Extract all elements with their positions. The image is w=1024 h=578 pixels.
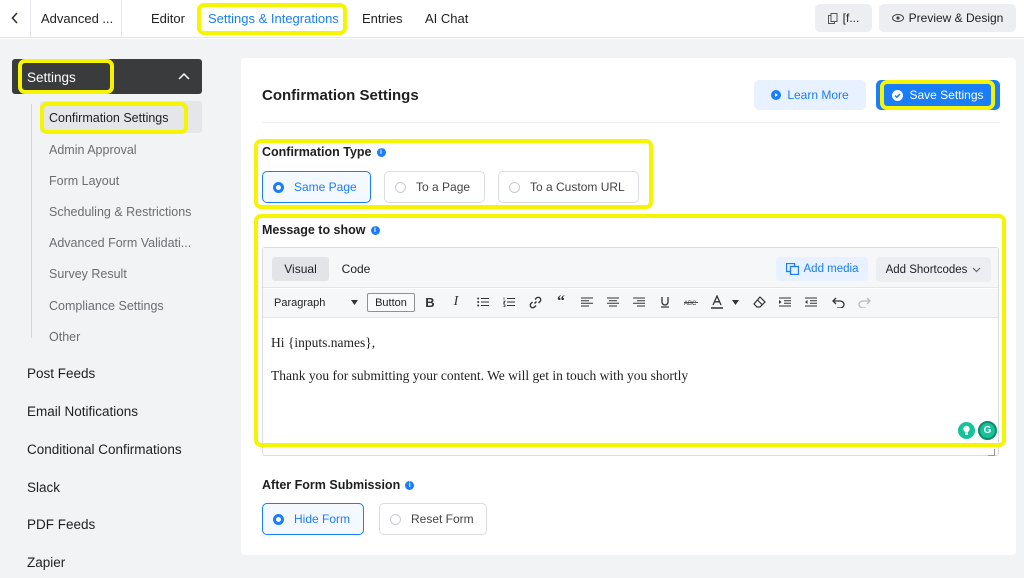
sidebar-item-survey-result[interactable]: Survey Result (49, 267, 127, 281)
sidebar-item-conditional-confirmations[interactable]: Conditional Confirmations (27, 442, 182, 457)
page-title: Confirmation Settings (262, 87, 419, 104)
after-submission-text: After Form Submission (262, 478, 401, 492)
after-submission-label: After Form Submission i (262, 478, 415, 492)
shortcode-label: [f... (842, 11, 860, 25)
learn-more-label: Learn More (787, 88, 849, 102)
highlight-settings-tab (197, 3, 347, 35)
learn-more-button[interactable]: Learn More (754, 80, 866, 110)
highlight-save-settings (880, 80, 995, 110)
preview-design-button[interactable]: Preview & Design (879, 4, 1016, 32)
play-circle-icon (771, 90, 782, 100)
radio-reset-form[interactable]: Reset Form (379, 503, 487, 535)
eye-icon (891, 14, 904, 22)
radio-hide-form-label: Hide Form (294, 512, 351, 526)
sidebar-item-scheduling-restrictions[interactable]: Scheduling & Restrictions (49, 205, 191, 219)
topbar-divider (121, 0, 122, 38)
resize-handle-icon[interactable] (988, 449, 995, 456)
tab-editor[interactable]: Editor (151, 11, 185, 26)
highlight-confirmation-type (254, 139, 653, 209)
form-title: Advanced ... (41, 11, 114, 26)
card-divider (262, 122, 1000, 123)
topbar-divider (30, 0, 31, 38)
sidebar-item-form-layout[interactable]: Form Layout (49, 174, 119, 188)
sidebar-item-admin-approval[interactable]: Admin Approval (49, 143, 137, 157)
tab-entries[interactable]: Entries (362, 11, 402, 26)
radio-hide-form[interactable]: Hide Form (262, 503, 364, 535)
sidebar-item-zapier[interactable]: Zapier (27, 555, 65, 570)
top-bar: Advanced ... Editor Settings & Integrati… (0, 0, 1024, 38)
sidebar-item-post-feeds[interactable]: Post Feeds (27, 366, 95, 381)
copy-icon (827, 12, 838, 24)
sidebar-item-compliance-settings[interactable]: Compliance Settings (49, 299, 164, 313)
sidebar-item-advanced-validation[interactable]: Advanced Form Validati... (49, 236, 191, 250)
radio-reset-form-label: Reset Form (411, 512, 474, 526)
back-chevron-icon[interactable] (6, 8, 24, 28)
sidebar-tree-line (31, 104, 32, 338)
highlight-settings-header (18, 59, 114, 94)
tab-ai-chat[interactable]: AI Chat (425, 11, 468, 26)
chevron-up-icon (178, 67, 190, 83)
highlight-confirmation-settings (40, 102, 188, 134)
preview-design-label: Preview & Design (908, 11, 1004, 25)
sidebar-item-slack[interactable]: Slack (27, 480, 60, 495)
radio-selected-icon (273, 513, 284, 525)
info-icon[interactable]: i (405, 480, 415, 490)
sidebar-item-other[interactable]: Other (49, 330, 80, 344)
radio-empty-icon (390, 513, 401, 525)
sidebar-item-email-notifications[interactable]: Email Notifications (27, 404, 138, 419)
sidebar-item-pdf-feeds[interactable]: PDF Feeds (27, 517, 95, 532)
highlight-message-editor (254, 214, 1006, 447)
shortcode-copy-button[interactable]: [f... (815, 4, 872, 32)
